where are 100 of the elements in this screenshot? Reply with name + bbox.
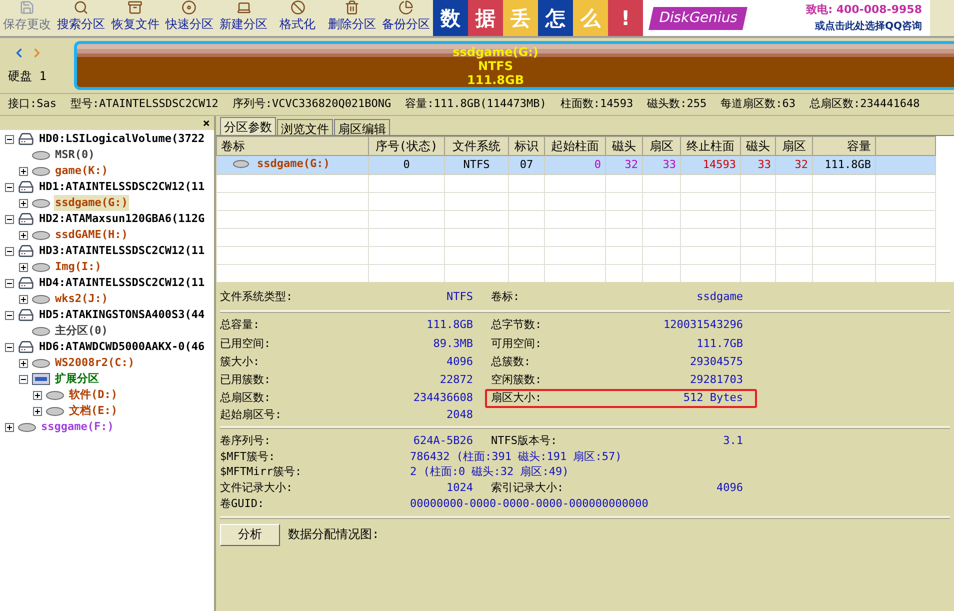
- phone-text: 致电: 400-008-9958: [806, 2, 922, 18]
- disk-info-text: 容量:111.8GB(114473MB): [405, 96, 546, 112]
- column-header[interactable]: 卷标: [216, 136, 368, 156]
- table-cell: 32: [624, 158, 638, 171]
- tree-item[interactable]: Img(I:): [54, 258, 102, 276]
- tab[interactable]: 分区参数: [220, 117, 276, 135]
- tree-item[interactable]: HD4:ATAINTELSSDSC2CW12(11: [38, 274, 206, 292]
- tree-item[interactable]: WS2008r2(C:): [54, 354, 136, 372]
- field-label: 已用空间:: [220, 336, 271, 351]
- banner-tile: 怎: [538, 0, 573, 36]
- tree-item[interactable]: ssdgame(G:): [54, 194, 129, 212]
- expand-toggle[interactable]: [19, 358, 28, 368]
- toolbar-button[interactable]: 备份分区: [378, 0, 433, 36]
- plus-icon: [20, 200, 27, 206]
- drive-icon: [32, 294, 50, 304]
- field-value: 2 (柱面:0 磁头:32 扇区:49): [409, 464, 569, 479]
- tree-item[interactable]: HD0:LSILogicalVolume(3722: [38, 130, 206, 148]
- field-label: 文件系统类型:: [220, 290, 293, 304]
- drive-icon: [32, 150, 50, 160]
- tree-item[interactable]: ssdGAME(H:): [54, 226, 129, 244]
- tree-item[interactable]: game(K:): [54, 162, 109, 180]
- toolbar-button[interactable]: 新建分区: [216, 0, 271, 36]
- toolbar-button[interactable]: 删除分区: [324, 0, 379, 36]
- analyze-button[interactable]: 分析: [220, 524, 280, 546]
- collapse-toggle[interactable]: [5, 214, 14, 224]
- field-label: $MFT簇号:: [220, 450, 276, 465]
- search-icon: [73, 0, 90, 15]
- collapse-toggle[interactable]: [19, 374, 28, 384]
- tree-item[interactable]: 主分区(0): [54, 322, 109, 340]
- drive-icon: [46, 390, 64, 400]
- expand-toggle[interactable]: [19, 166, 28, 176]
- collapse-toggle[interactable]: [5, 278, 14, 288]
- expand-toggle[interactable]: [19, 230, 28, 240]
- tree-item[interactable]: HD1:ATAINTELSSDSC2CW12(11: [38, 178, 206, 196]
- tree-item[interactable]: HD3:ATAINTELSSDSC2CW12(11: [38, 242, 206, 260]
- expand-toggle[interactable]: [5, 422, 14, 432]
- save-icon: [19, 0, 36, 15]
- tree-item[interactable]: wks2(J:): [54, 290, 109, 308]
- tree-item[interactable]: 文档(E:): [68, 402, 118, 420]
- close-button[interactable]: ×: [202, 117, 210, 129]
- table-row[interactable]: ssdgame(G:) 0 NTFS 07 0 32 33 14593 33 32 111.8GB: [216, 156, 936, 174]
- tree-item[interactable]: MSR(0): [54, 146, 96, 164]
- collapse-toggle[interactable]: [5, 342, 14, 352]
- table-cell: NTFS: [463, 158, 490, 171]
- collapse-toggle[interactable]: [5, 246, 14, 256]
- expand-toggle[interactable]: [19, 262, 28, 272]
- qq-link[interactable]: 或点击此处选择QQ咨询: [814, 18, 922, 34]
- toolbar-button[interactable]: 搜索分区: [54, 0, 108, 36]
- tree-item[interactable]: HD2:ATAMaxsun120GBA6(112G: [38, 210, 206, 228]
- field-label: 可用空间:: [491, 336, 542, 351]
- allocation-map-label: 数据分配情况图:: [288, 527, 380, 542]
- field-label: 总字节数:: [491, 318, 542, 333]
- field-value: 624A-5B26: [413, 434, 473, 448]
- expand-toggle[interactable]: [33, 406, 42, 416]
- tree-item[interactable]: ssggame(F:): [40, 418, 115, 436]
- tree-item[interactable]: 扩展分区: [54, 370, 100, 388]
- tab[interactable]: 扇区编辑: [334, 119, 390, 135]
- partition-filesystem: NTFS: [478, 58, 514, 72]
- banner-tile: 么: [573, 0, 608, 36]
- banner-tile: !: [608, 0, 643, 36]
- tab[interactable]: 浏览文件: [277, 119, 333, 135]
- field-value: 2048: [446, 408, 473, 422]
- tree-item[interactable]: HD6:ATAWDCWD5000AAKX-0(46: [38, 338, 206, 356]
- table-cell: 32: [794, 158, 808, 171]
- banner-tile: 丢: [503, 0, 538, 36]
- disk-info-text: 柱面数:14593: [560, 96, 634, 112]
- drive-icon: [32, 166, 50, 176]
- collapse-toggle[interactable]: [5, 182, 14, 192]
- partition-size: 111.8GB: [467, 72, 524, 86]
- table-cell: 33: [758, 158, 771, 171]
- plus-icon: [20, 264, 27, 270]
- plus-icon: [20, 232, 27, 238]
- plus-icon: [20, 168, 27, 174]
- expand-toggle[interactable]: [33, 390, 42, 400]
- plus-icon: [20, 360, 27, 366]
- field-label: 起始扇区号:: [220, 408, 282, 422]
- ad-banner[interactable]: 数 据 丢 怎 么 ! DiskGenius 致电: 400-008-9958 或点击此处选择QQ咨询: [433, 0, 930, 36]
- field-value: 4096: [446, 354, 473, 370]
- banner-tile: 数: [433, 0, 468, 36]
- tree-item[interactable]: 软件(D:): [68, 386, 118, 404]
- field-label: 簇大小:: [220, 354, 260, 370]
- field-label: 总簇数:: [491, 354, 531, 370]
- field-value: 111.8GB: [426, 318, 473, 333]
- toolbar-button[interactable]: 格式化: [270, 0, 325, 36]
- toolbar-button[interactable]: 恢复文件: [108, 0, 162, 36]
- disk-info-text: 磁头数:255: [647, 96, 707, 112]
- collapse-toggle[interactable]: [5, 310, 14, 320]
- toolbar-button[interactable]: 快速分区: [162, 0, 216, 36]
- drive-icon: [32, 198, 50, 208]
- expand-toggle[interactable]: [19, 198, 28, 208]
- plus-icon: [6, 424, 13, 430]
- field-value: 512 Bytes: [683, 391, 743, 406]
- plus-icon: [34, 392, 41, 398]
- expand-toggle[interactable]: [19, 294, 28, 304]
- tree-item[interactable]: HD5:ATAKINGSTONSA400S3(44: [38, 306, 206, 324]
- disk-info-text: 总扇区数:234441648: [810, 96, 920, 112]
- partition-bar[interactable]: ssdgame(G:) NTFS 111.8GB: [74, 41, 954, 90]
- collapse-toggle[interactable]: [5, 134, 14, 144]
- field-label: NTFS版本号:: [491, 434, 558, 448]
- plus-icon: [20, 296, 27, 302]
